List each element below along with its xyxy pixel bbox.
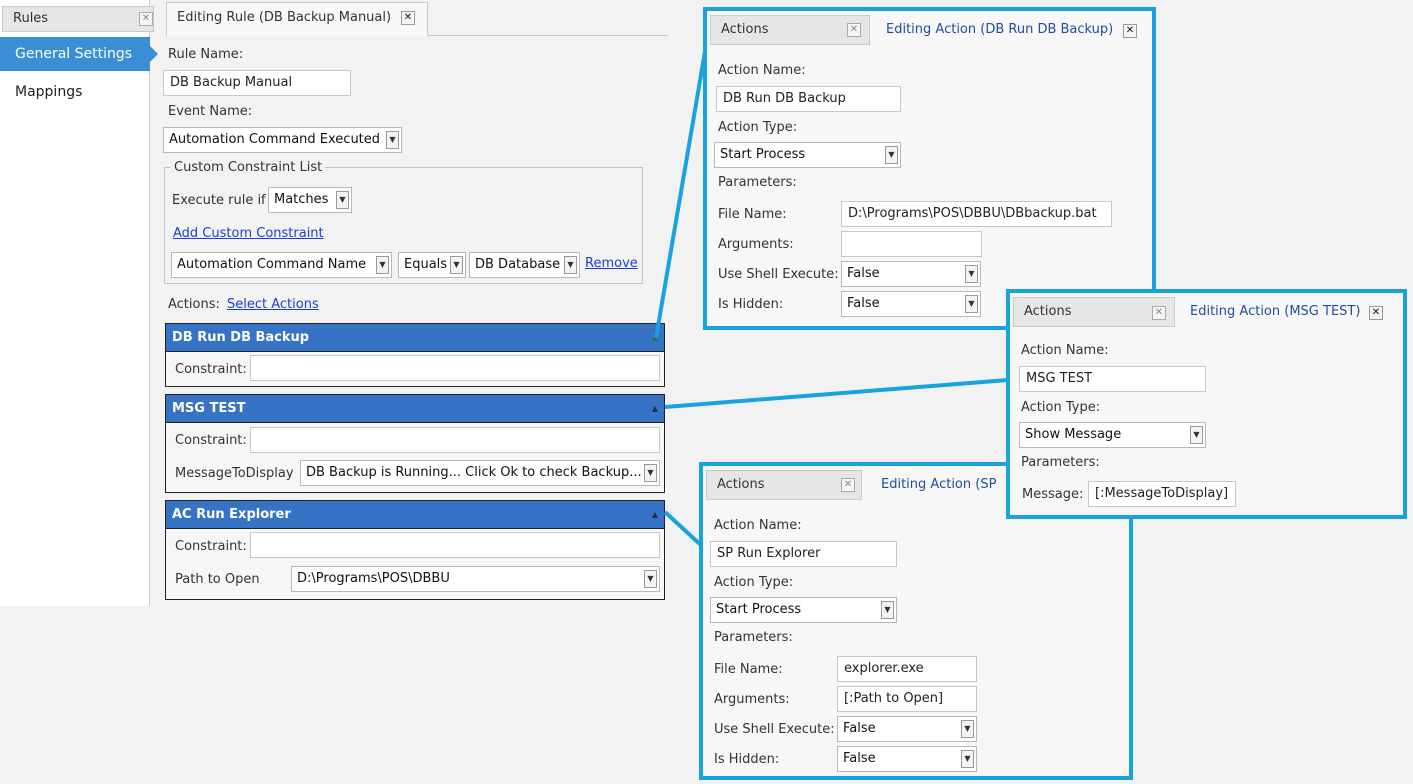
arguments-label: Arguments: <box>718 237 794 252</box>
file-name-label: File Name: <box>714 662 783 677</box>
close-icon[interactable]: ✕ <box>1369 306 1383 320</box>
tab-actions[interactable]: Actions ✕ <box>1013 297 1175 327</box>
callout-line-2 <box>664 378 1009 409</box>
file-name-input[interactable]: explorer.exe <box>837 656 977 682</box>
tab-editing-label: Editing Action (DB Run DB Backup) <box>886 22 1114 37</box>
is-hidden-value: False <box>847 296 880 311</box>
chevron-down-icon: ▼ <box>961 720 974 738</box>
chevron-down-icon: ▼ <box>965 265 978 283</box>
arguments-input[interactable]: [:Path to Open] <box>837 686 977 712</box>
action-type-select[interactable]: Start Process ▼ <box>714 142 901 168</box>
action-name-input[interactable]: MSG TEST <box>1019 366 1206 392</box>
file-name-input[interactable]: D:\Programs\POS\DBBU\DBbackup.bat <box>841 201 1112 227</box>
message-input[interactable]: [:MessageToDisplay] <box>1088 481 1236 507</box>
action-type-select[interactable]: Show Message ▼ <box>1019 422 1206 448</box>
edit-action-panel-msg-test: Actions ✕ Editing Action (MSG TEST) ✕ Ac… <box>1006 289 1407 519</box>
use-shell-execute-label: Use Shell Execute: <box>714 722 835 737</box>
action-name-label: Action Name: <box>718 63 806 78</box>
is-hidden-label: Is Hidden: <box>714 752 780 767</box>
arguments-input[interactable] <box>841 231 982 257</box>
parameters-label: Parameters: <box>1021 455 1100 470</box>
is-hidden-select[interactable]: False ▼ <box>837 746 977 772</box>
chevron-down-icon: ▼ <box>965 295 978 313</box>
tab-editing-label: Editing Action (MSG TEST) <box>1190 304 1361 319</box>
is-hidden-select[interactable]: False ▼ <box>841 291 981 317</box>
close-icon[interactable]: ✕ <box>847 23 861 37</box>
tab-editing-action[interactable]: Editing Action (DB Run DB Backup) ✕ <box>876 17 1148 47</box>
action-type-value: Start Process <box>716 602 802 617</box>
use-shell-execute-value: False <box>843 721 876 736</box>
action-name-input[interactable]: SP Run Explorer <box>710 541 897 567</box>
action-name-label: Action Name: <box>1021 343 1109 358</box>
arguments-label: Arguments: <box>714 692 790 707</box>
use-shell-execute-value: False <box>847 266 880 281</box>
use-shell-execute-select[interactable]: False ▼ <box>841 261 981 287</box>
chevron-down-icon: ▼ <box>885 146 898 164</box>
message-label: Message: <box>1022 487 1084 502</box>
tab-actions-label: Actions <box>717 477 765 492</box>
file-name-label: File Name: <box>718 207 787 222</box>
callout-line-1 <box>654 39 709 339</box>
is-hidden-label: Is Hidden: <box>718 297 784 312</box>
tab-actions-label: Actions <box>1024 304 1072 319</box>
action-type-value: Show Message <box>1025 427 1122 442</box>
close-icon[interactable]: ✕ <box>1152 306 1166 320</box>
action-type-label: Action Type: <box>718 120 798 135</box>
callout-line-3 <box>663 510 705 549</box>
use-shell-execute-select[interactable]: False ▼ <box>837 716 977 742</box>
close-icon[interactable]: ✕ <box>1123 24 1137 38</box>
tab-actions[interactable]: Actions ✕ <box>710 15 870 45</box>
tab-actions[interactable]: Actions ✕ <box>706 470 862 500</box>
tab-actions-label: Actions <box>721 22 769 37</box>
chevron-down-icon: ▼ <box>881 601 894 619</box>
action-name-input[interactable]: DB Run DB Backup <box>716 86 901 112</box>
action-type-label: Action Type: <box>1021 400 1101 415</box>
edit-action-panel-db-run-db-backup: Actions ✕ Editing Action (DB Run DB Back… <box>703 7 1156 330</box>
use-shell-execute-label: Use Shell Execute: <box>718 267 839 282</box>
parameters-label: Parameters: <box>718 175 797 190</box>
chevron-down-icon: ▼ <box>961 750 974 768</box>
action-type-select[interactable]: Start Process ▼ <box>710 597 897 623</box>
tab-editing-action[interactable]: Editing Action (MSG TEST) ✕ <box>1180 299 1400 329</box>
action-type-value: Start Process <box>720 147 806 162</box>
tab-editing-label: Editing Action (SP <box>881 477 997 492</box>
action-type-label: Action Type: <box>714 575 794 590</box>
chevron-down-icon: ▼ <box>1190 426 1203 444</box>
parameters-label: Parameters: <box>714 630 793 645</box>
action-name-label: Action Name: <box>714 518 802 533</box>
close-icon[interactable]: ✕ <box>841 478 855 492</box>
is-hidden-value: False <box>843 751 876 766</box>
